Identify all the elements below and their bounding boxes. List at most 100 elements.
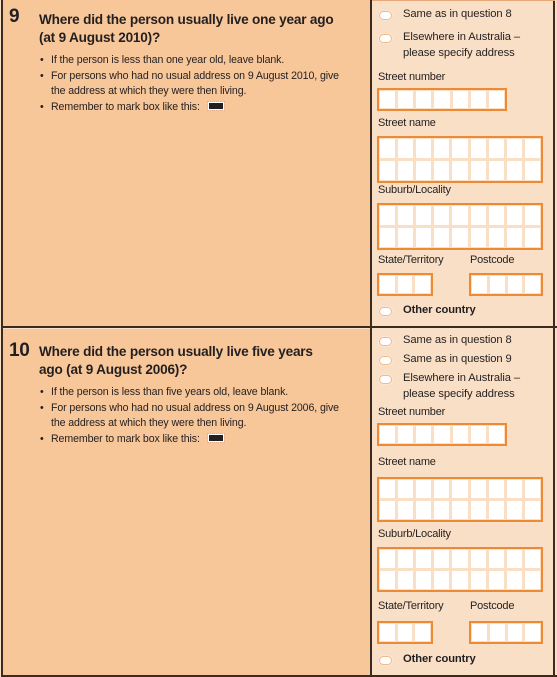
q9-option-same-as-q8-checkbox[interactable] xyxy=(379,11,392,20)
character-cell[interactable] xyxy=(470,426,486,443)
character-cell[interactable] xyxy=(398,228,414,247)
character-cell[interactable] xyxy=(452,550,468,568)
character-cell[interactable] xyxy=(489,276,505,293)
character-cell[interactable] xyxy=(452,571,468,589)
character-cell[interactable] xyxy=(525,624,540,641)
character-cell[interactable] xyxy=(470,571,486,589)
character-cell[interactable] xyxy=(434,571,450,589)
character-cell[interactable] xyxy=(380,624,395,641)
character-cell[interactable] xyxy=(488,91,504,108)
q10-street-number-input[interactable] xyxy=(377,423,507,446)
character-cell[interactable] xyxy=(524,139,540,158)
character-cell[interactable] xyxy=(488,139,504,158)
character-cell[interactable] xyxy=(398,91,414,108)
q9-suburb-input[interactable] xyxy=(377,203,543,250)
character-cell[interactable] xyxy=(506,571,522,589)
character-cell[interactable] xyxy=(488,480,504,498)
q9-state-input[interactable] xyxy=(377,273,433,296)
character-cell[interactable] xyxy=(452,161,468,180)
character-cell[interactable] xyxy=(470,139,486,158)
character-cell[interactable] xyxy=(380,571,396,589)
character-cell[interactable] xyxy=(488,426,504,443)
character-cell[interactable] xyxy=(416,161,432,180)
character-cell[interactable] xyxy=(416,480,432,498)
character-cell[interactable] xyxy=(416,550,432,568)
character-cell[interactable] xyxy=(434,206,450,225)
character-cell[interactable] xyxy=(488,228,504,247)
character-cell[interactable] xyxy=(380,139,396,158)
character-cell[interactable] xyxy=(524,550,540,568)
character-cell[interactable] xyxy=(398,139,414,158)
character-cell[interactable] xyxy=(506,228,522,247)
character-cell[interactable] xyxy=(398,426,414,443)
character-cell[interactable] xyxy=(506,161,522,180)
character-cell[interactable] xyxy=(415,624,430,641)
q10-state-input[interactable] xyxy=(377,621,433,644)
character-cell[interactable] xyxy=(398,161,414,180)
q9-option-other-country-checkbox[interactable] xyxy=(379,307,392,316)
character-cell[interactable] xyxy=(507,624,523,641)
character-cell[interactable] xyxy=(380,228,396,247)
character-cell[interactable] xyxy=(506,139,522,158)
q10-option-other-country-checkbox[interactable] xyxy=(379,656,392,665)
character-cell[interactable] xyxy=(470,161,486,180)
character-cell[interactable] xyxy=(434,139,450,158)
character-cell[interactable] xyxy=(524,480,540,498)
character-cell[interactable] xyxy=(507,276,523,293)
character-cell[interactable] xyxy=(488,571,504,589)
character-cell[interactable] xyxy=(415,276,430,293)
character-cell[interactable] xyxy=(434,501,450,519)
character-cell[interactable] xyxy=(416,501,432,519)
character-cell[interactable] xyxy=(398,480,414,498)
character-cell[interactable] xyxy=(524,206,540,225)
character-cell[interactable] xyxy=(506,501,522,519)
character-cell[interactable] xyxy=(416,91,432,108)
q10-suburb-input[interactable] xyxy=(377,547,543,592)
character-cell[interactable] xyxy=(489,624,505,641)
character-cell[interactable] xyxy=(434,228,450,247)
character-cell[interactable] xyxy=(524,161,540,180)
character-cell[interactable] xyxy=(416,139,432,158)
character-cell[interactable] xyxy=(488,501,504,519)
character-cell[interactable] xyxy=(380,276,395,293)
character-cell[interactable] xyxy=(488,206,504,225)
character-cell[interactable] xyxy=(524,228,540,247)
character-cell[interactable] xyxy=(472,276,487,293)
q10-option-elsewhere-checkbox[interactable] xyxy=(379,375,392,384)
q9-street-number-input[interactable] xyxy=(377,88,507,111)
character-cell[interactable] xyxy=(380,161,396,180)
character-cell[interactable] xyxy=(506,480,522,498)
character-cell[interactable] xyxy=(380,91,396,108)
q9-street-name-input[interactable] xyxy=(377,136,543,183)
character-cell[interactable] xyxy=(470,91,486,108)
character-cell[interactable] xyxy=(398,206,414,225)
character-cell[interactable] xyxy=(452,480,468,498)
q10-option-same-as-q8-checkbox[interactable] xyxy=(379,337,392,346)
character-cell[interactable] xyxy=(452,426,468,443)
character-cell[interactable] xyxy=(416,571,432,589)
character-cell[interactable] xyxy=(416,426,432,443)
character-cell[interactable] xyxy=(452,501,468,519)
q10-street-name-input[interactable] xyxy=(377,477,543,522)
character-cell[interactable] xyxy=(524,501,540,519)
character-cell[interactable] xyxy=(506,550,522,568)
character-cell[interactable] xyxy=(488,161,504,180)
character-cell[interactable] xyxy=(470,480,486,498)
character-cell[interactable] xyxy=(452,228,468,247)
q9-postcode-input[interactable] xyxy=(469,273,543,296)
q9-option-elsewhere-checkbox[interactable] xyxy=(379,34,392,43)
character-cell[interactable] xyxy=(380,501,396,519)
character-cell[interactable] xyxy=(416,206,432,225)
character-cell[interactable] xyxy=(452,206,468,225)
character-cell[interactable] xyxy=(380,480,396,498)
character-cell[interactable] xyxy=(470,550,486,568)
q10-option-same-as-q9-checkbox[interactable] xyxy=(379,356,392,365)
character-cell[interactable] xyxy=(398,571,414,589)
character-cell[interactable] xyxy=(434,550,450,568)
character-cell[interactable] xyxy=(380,426,396,443)
character-cell[interactable] xyxy=(525,276,540,293)
character-cell[interactable] xyxy=(470,228,486,247)
character-cell[interactable] xyxy=(380,206,396,225)
character-cell[interactable] xyxy=(397,624,413,641)
character-cell[interactable] xyxy=(416,228,432,247)
